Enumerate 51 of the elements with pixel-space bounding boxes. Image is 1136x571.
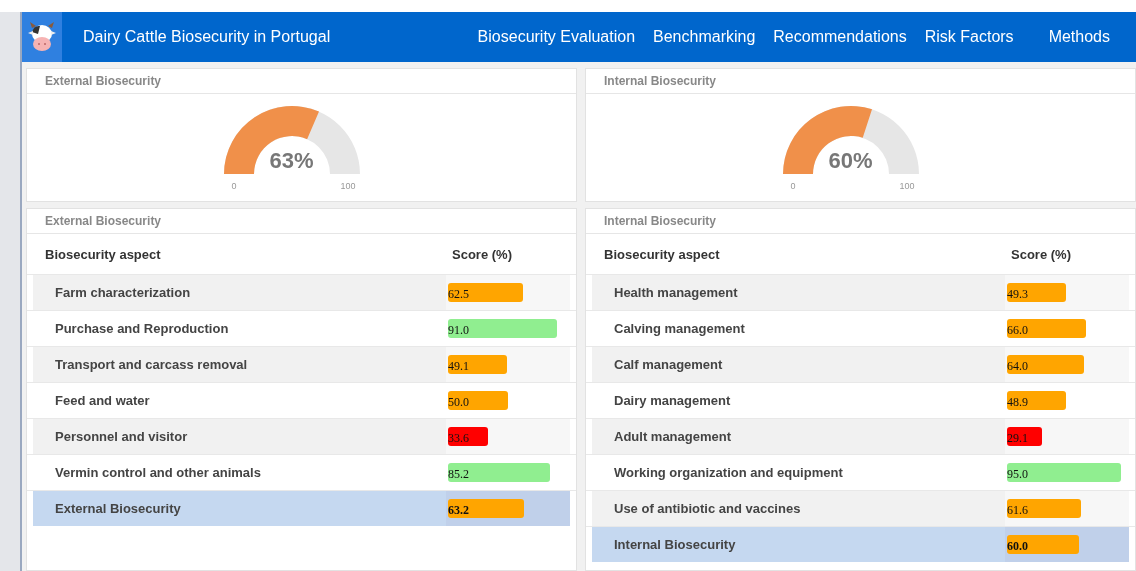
score-bar: 48.9	[1007, 391, 1066, 410]
cow-logo-icon[interactable]	[22, 12, 62, 62]
score-bar: 66.0	[1007, 319, 1087, 338]
score-bar: 60.0	[1007, 535, 1079, 554]
table-cell: Health management	[592, 275, 1005, 310]
table-cell: Internal Biosecurity	[592, 527, 1005, 562]
nav-link[interactable]: Recommendations	[764, 28, 916, 46]
table-cell: External Biosecurity	[33, 491, 446, 526]
score-bar: 49.3	[1007, 283, 1067, 302]
gauge-value: 63%	[268, 148, 315, 174]
column-header: Score (%)	[1011, 246, 1072, 262]
score-bar: 64.0	[1007, 355, 1084, 374]
score-bar: 50.0	[448, 391, 508, 410]
gauge-value: 60%	[827, 148, 874, 174]
table-cell-text: Dairy management	[613, 392, 732, 410]
nav-link[interactable]: Risk Factors	[915, 28, 1023, 46]
score-bar: 49.1	[448, 355, 507, 374]
table-cell: Transport and carcass removal	[33, 347, 446, 382]
column-header: Biosecurity aspect	[603, 246, 721, 262]
gauge-min-label: 0	[790, 181, 796, 191]
table-cell: Use of antibiotic and vaccines	[592, 491, 1005, 526]
table-cell-text: Feed and water	[54, 392, 151, 410]
score-bar: 95.0	[1007, 463, 1121, 482]
app-title: Dairy Cattle Biosecurity in Portugal	[83, 28, 331, 46]
gauge-min-label: 0	[231, 181, 237, 191]
score-bar: 61.6	[1007, 499, 1081, 518]
nav-link[interactable]: Benchmarking	[644, 28, 765, 46]
score-bar: 85.2	[448, 463, 551, 482]
table-cell: Adult management	[592, 419, 1005, 454]
nav-link[interactable]: Biosecurity Evaluation	[468, 28, 645, 46]
card-title: Internal Biosecurity	[586, 209, 1135, 234]
score-bar: 62.5	[448, 283, 523, 302]
table-cell-text: Working organization and equipment	[613, 464, 844, 482]
score-bar: 33.6	[448, 427, 489, 446]
column-header: Score (%)	[452, 246, 513, 262]
table-cell: Personnel and visitor	[33, 419, 446, 454]
score-bar: 91.0	[448, 319, 558, 338]
table-cell: Calf management	[592, 347, 1005, 382]
table-cell-text: Calving management	[613, 320, 746, 338]
column-header: Biosecurity aspect	[44, 246, 162, 262]
card-title: External Biosecurity	[27, 209, 576, 234]
score-bar: 29.1	[1007, 427, 1042, 446]
table-cell-text: Vermin control and other animals	[54, 464, 262, 482]
score-bar: 63.2	[448, 499, 524, 518]
card-title: External Biosecurity	[27, 69, 576, 94]
gauge-max-label: 100	[340, 181, 356, 191]
card-title: Internal Biosecurity	[586, 69, 1135, 94]
table-cell: Farm characterization	[33, 275, 446, 310]
nav-link[interactable]: Methods	[1022, 28, 1136, 46]
table-cell-text: Purchase and Reproduction	[54, 320, 230, 338]
gauge-max-label: 100	[899, 181, 915, 191]
